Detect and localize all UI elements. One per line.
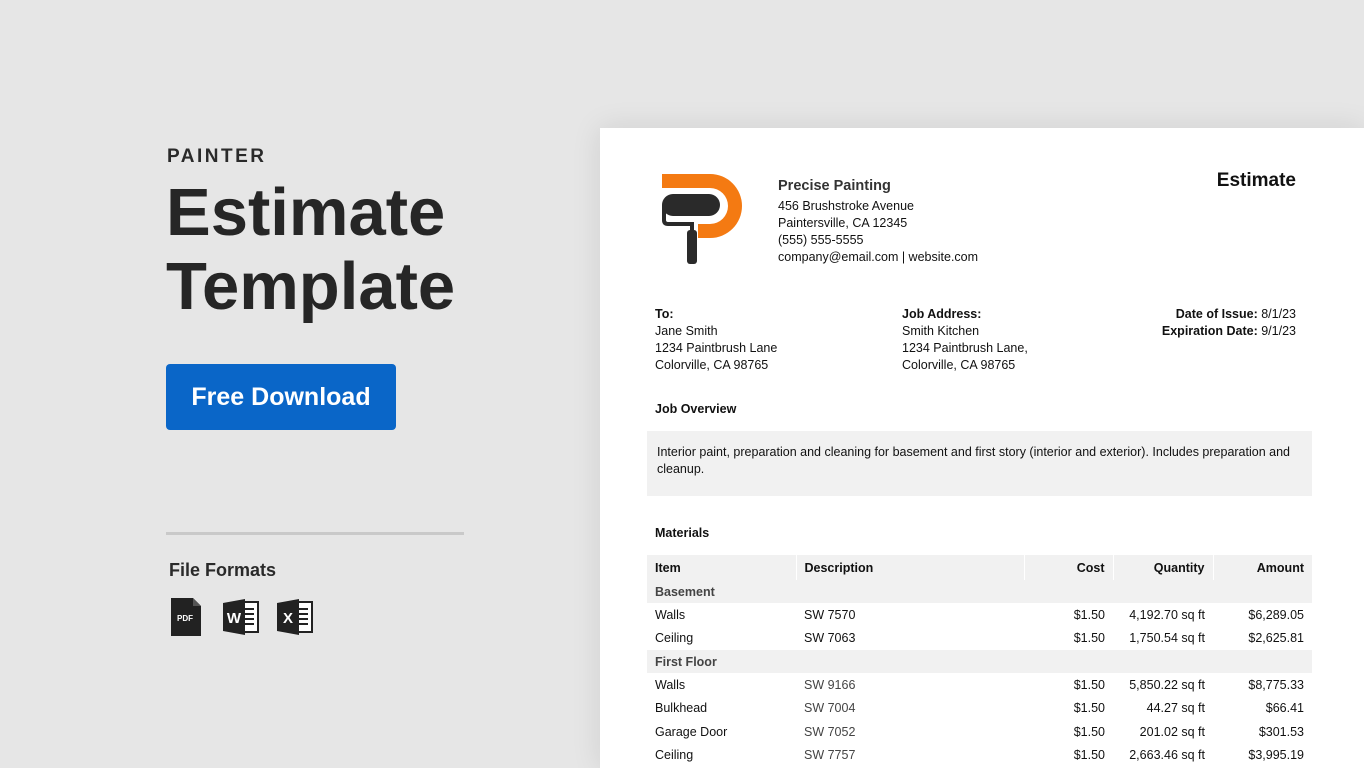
cell-item: Ceiling (655, 748, 694, 763)
to-street: 1234 Paintbrush Lane (655, 341, 778, 355)
cell-cost: $1.50 (1073, 701, 1105, 716)
section-label: First Floor (647, 650, 1312, 673)
cell-cost: $1.50 (1073, 748, 1105, 763)
materials-heading: Materials (655, 526, 710, 540)
cell-description: SW 7063 (804, 631, 856, 646)
cell-quantity: 2,663.46 sq ft (1129, 748, 1205, 763)
pdf-file-icon[interactable]: PDF (169, 598, 205, 636)
title-line-2: Template (166, 249, 456, 324)
col-header-cost: Cost (1024, 555, 1114, 580)
paint-roller-logo-icon (662, 174, 742, 264)
table-row: Bulkhead SW 7004 $1.50 44.27 sq ft $66.4… (647, 697, 1312, 721)
cell-description: SW 7004 (804, 701, 856, 716)
word-icon-label: W (227, 610, 242, 627)
job-overview-heading: Job Overview (655, 402, 737, 416)
materials-table: Item Description Cost Quantity Amount Ba… (647, 555, 1312, 767)
to-city: Colorville, CA 98765 (655, 358, 769, 372)
pdf-icon-label: PDF (177, 614, 193, 623)
cell-cost: $1.50 (1073, 724, 1105, 739)
job-overview-text: Interior paint, preparation and cleaning… (657, 445, 1290, 476)
cell-description: SW 7570 (804, 607, 856, 622)
cell-cost: $1.50 (1073, 677, 1105, 692)
cell-item: Ceiling (655, 631, 694, 646)
to-label: To: (655, 307, 674, 321)
cell-amount: $2,625.81 (1248, 631, 1304, 646)
table-row: Ceiling SW 7063 $1.50 1,750.54 sq ft $2,… (647, 627, 1312, 651)
cell-description: SW 7757 (804, 748, 856, 763)
job-address-label: Job Address: (902, 307, 982, 321)
cell-amount: $8,775.33 (1248, 677, 1304, 692)
cell-quantity: 201.02 sq ft (1139, 724, 1205, 739)
bill-to-block: To: Jane Smith 1234 Paintbrush Lane Colo… (655, 306, 777, 374)
expiration-date-value: 9/1/23 (1261, 324, 1296, 338)
cell-amount: $3,995.19 (1248, 748, 1304, 763)
job-street: 1234 Paintbrush Lane, (902, 341, 1028, 355)
page-title: Estimate Template (166, 176, 455, 324)
col-header-description: Description (796, 555, 1025, 580)
col-header-amount: Amount (1213, 555, 1312, 580)
estimate-document-preview: Precise Painting 456 Brushstroke Avenue … (600, 128, 1364, 768)
divider (166, 532, 464, 535)
word-file-icon[interactable]: W (223, 598, 259, 636)
file-format-icons: PDF W X (169, 598, 313, 636)
title-line-1: Estimate (166, 175, 446, 250)
job-overview-box: Interior paint, preparation and cleaning… (647, 431, 1312, 496)
category-label: PAINTER (167, 146, 267, 167)
cell-description: SW 9166 (804, 677, 856, 692)
cell-item: Bulkhead (655, 701, 708, 716)
cell-quantity: 1,750.54 sq ft (1129, 631, 1205, 646)
cell-cost: $1.50 (1073, 607, 1105, 622)
table-row: Ceiling SW 7757 $1.50 2,663.46 sq ft $3,… (647, 744, 1312, 768)
cell-amount: $66.41 (1265, 701, 1304, 716)
company-city: Paintersville, CA 12345 (778, 216, 908, 230)
cell-item: Garage Door (655, 724, 728, 739)
table-row: Walls SW 9166 $1.50 5,850.22 sq ft $8,77… (647, 673, 1312, 697)
cell-item: Walls (655, 607, 686, 622)
job-city: Colorville, CA 98765 (902, 358, 1016, 372)
free-download-button[interactable]: Free Download (166, 364, 396, 430)
cell-amount: $6,289.05 (1248, 607, 1304, 622)
excel-file-icon[interactable]: X (277, 598, 313, 636)
to-name: Jane Smith (655, 324, 718, 338)
company-phone: (555) 555-5555 (778, 233, 864, 247)
table-header-row: Item Description Cost Quantity Amount (647, 555, 1312, 580)
cell-quantity: 4,192.70 sq ft (1129, 607, 1205, 622)
col-header-quantity: Quantity (1113, 555, 1214, 580)
company-name: Precise Painting (778, 178, 891, 194)
cell-cost: $1.50 (1073, 631, 1105, 646)
table-row: Walls SW 7570 $1.50 4,192.70 sq ft $6,28… (647, 603, 1312, 627)
company-street: 456 Brushstroke Avenue (778, 199, 914, 213)
dates-block: Date of Issue: 8/1/23 Expiration Date: 9… (1162, 306, 1296, 340)
issue-date-label: Date of Issue: (1175, 307, 1258, 321)
col-header-item: Item (647, 555, 797, 580)
file-formats-label: File Formats (169, 560, 277, 580)
company-info: Precise Painting 456 Brushstroke Avenue … (778, 178, 978, 266)
issue-date-value: 8/1/23 (1261, 307, 1296, 321)
cell-quantity: 44.27 sq ft (1146, 701, 1205, 716)
job-address-block: Job Address: Smith Kitchen 1234 Paintbru… (902, 306, 1028, 374)
document-title: Estimate (1216, 170, 1296, 191)
section-row-first-floor: First Floor (647, 650, 1312, 673)
excel-icon-label: X (283, 610, 293, 627)
job-name: Smith Kitchen (902, 324, 980, 338)
cell-amount: $301.53 (1258, 724, 1304, 739)
cell-quantity: 5,850.22 sq ft (1129, 677, 1205, 692)
cell-item: Walls (655, 677, 686, 692)
company-contact: company@email.com | website.com (778, 250, 979, 264)
table-row: Garage Door SW 7052 $1.50 201.02 sq ft $… (647, 720, 1312, 744)
cell-description: SW 7052 (804, 724, 856, 739)
section-row-basement: Basement (647, 580, 1312, 603)
expiration-date-label: Expiration Date: (1161, 324, 1258, 338)
section-label: Basement (647, 580, 1312, 603)
